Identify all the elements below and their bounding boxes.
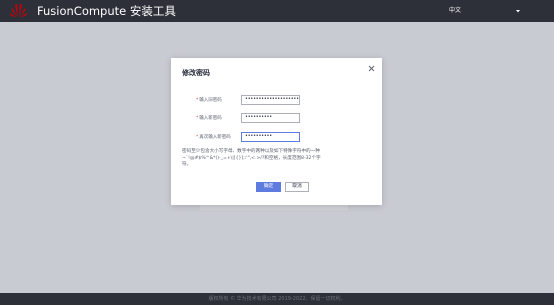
new-password-label-text: 输入新密码	[199, 116, 222, 121]
old-password-label: *输入旧密码	[196, 97, 222, 104]
new-password-field[interactable]: ••••••••••	[241, 113, 300, 123]
required-mark: *	[196, 135, 199, 140]
cancel-button[interactable]: 取消	[285, 182, 309, 192]
top-bar: FusionCompute 安装工具 中文	[0, 0, 554, 22]
confirm-button[interactable]: 确定	[256, 182, 281, 192]
confirm-password-field[interactable]: ••••••••••	[241, 132, 300, 142]
caret-down-icon[interactable]	[514, 7, 522, 15]
hint-line: 符。	[182, 162, 192, 167]
new-password-label: *输入新密码	[196, 115, 222, 122]
password-rule-hint: 密码至少包含大小写字母、数字中的两种以及如下特殊字符中的一种 ~`!@#$%^&…	[182, 149, 372, 169]
old-password-label-text: 输入旧密码	[199, 98, 222, 103]
huawei-logo-icon	[9, 4, 28, 18]
old-password-field[interactable]: ••••••••••••••••••••••	[241, 95, 300, 105]
confirm-password-label-text: 再次输入新密码	[199, 135, 231, 140]
confirm-password-label: *再次输入新密码	[196, 134, 231, 141]
footer: 版权所有 © 华为技术有限公司 2019-2022。保留一切权利。	[0, 293, 554, 305]
required-mark: *	[196, 98, 199, 103]
app-title: FusionCompute 安装工具	[37, 4, 176, 18]
language-selector[interactable]: 中文	[449, 6, 461, 15]
dialog-title: 修改密码	[182, 69, 210, 77]
close-icon[interactable]	[367, 64, 376, 73]
copyright-text: 版权所有 © 华为技术有限公司 2019-2022。保留一切权利。	[208, 296, 346, 302]
change-password-dialog: 修改密码 *输入旧密码 •••••••••••••••••••••• *输入新密…	[171, 58, 382, 205]
required-mark: *	[196, 116, 199, 121]
